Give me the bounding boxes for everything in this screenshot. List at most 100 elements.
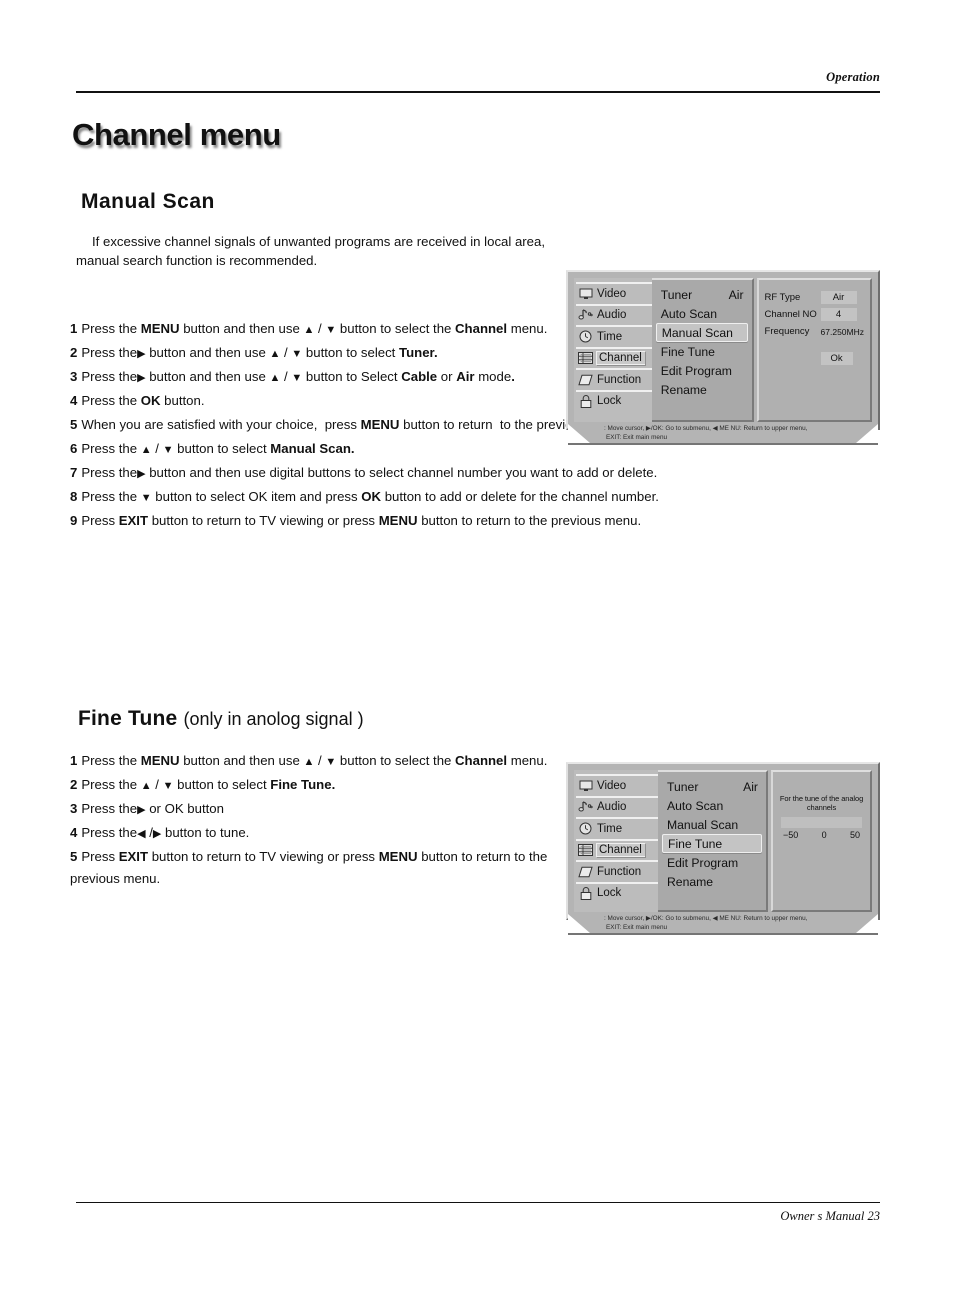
osd-menu-item-fine-tune[interactable]: Fine Tune (662, 834, 762, 853)
padlock-icon (578, 886, 593, 900)
osd-ok-button[interactable]: Ok (820, 352, 853, 365)
step-number: 8 (70, 489, 78, 504)
osd-menu-item-label: Manual Scan (661, 325, 733, 340)
detail-row-channel-no: Channel NO 4 (759, 306, 870, 323)
running-head: Operation (826, 70, 880, 84)
footer-page-label: Owner s Manual 23 (780, 1209, 880, 1223)
osd-menu-item-label: Fine Tune (668, 836, 723, 851)
osd-help-bar: : Move cursor, ▶/OK: Go to submenu, ◀ ME… (568, 914, 878, 935)
osd-menu-item-fine-tune[interactable]: Fine Tune (652, 342, 752, 361)
step-number: 3 (70, 369, 78, 384)
osd-menu-item-edit-program[interactable]: Edit Program (658, 853, 766, 872)
fine-tune-scale: −50 0 50 (783, 830, 860, 840)
osd-help-line-2: EXIT: Exit main menu (606, 433, 668, 441)
step-number: 4 (70, 393, 78, 408)
step-number: 9 (70, 513, 78, 528)
diamond-icon (578, 865, 593, 878)
osd-menu-item-rename[interactable]: Rename (652, 380, 752, 399)
osd-menu-item-tuner[interactable]: Tuner Air (658, 777, 766, 796)
osd-nav-item-function[interactable]: Function (576, 368, 652, 390)
osd-nav-label: Function (597, 865, 642, 878)
osd-menu-item-auto-scan[interactable]: Auto Scan (652, 304, 752, 323)
osd-nav-item-video[interactable]: Video (576, 282, 652, 304)
fine-tune-scale-min: −50 (783, 830, 799, 840)
osd-menu-item-label: Auto Scan (667, 798, 724, 813)
osd-nav-item-lock[interactable]: Lock (576, 389, 652, 412)
osd-menu-item-label: Tuner (667, 779, 699, 794)
music-note-icon (578, 801, 593, 814)
osd-help-text: : Move cursor, ▶/OK: Go to submenu, ◀ ME… (604, 915, 807, 932)
osd-menu-item-tuner[interactable]: Tuner Air (652, 285, 752, 304)
osd-menu-item-value: Air (728, 287, 744, 302)
osd-menu-item-label: Rename (660, 382, 707, 397)
osd-screenshot-manual-scan: Video Audio Time Channel Function Lock Tuner A… (566, 270, 880, 445)
osd-help-line-2: EXIT: Exit main menu (606, 923, 668, 931)
detail-value-frequency: 67.250MHz (820, 326, 864, 337)
step-item: 4 Press the◀ /▶ button to tune. (70, 825, 250, 840)
osd-nav-item-channel[interactable]: Channel (576, 346, 652, 369)
monitor-icon (578, 779, 593, 792)
osd-nav-label: Time (597, 822, 623, 835)
osd-nav-item-channel[interactable]: Channel (576, 838, 658, 861)
osd-nav-column: Video Audio Time Channel Function Lock (574, 770, 658, 912)
osd-detail-panel-manual-scan: RF Type Air Channel NO 4 Frequency 67.25… (756, 278, 872, 422)
step-item: 5 Press EXIT button to return to TV viewi… (70, 849, 548, 886)
intro-line-1: If excessive channel signals of unwanted… (92, 234, 546, 249)
osd-menu-item-manual-scan[interactable]: Manual Scan (658, 815, 766, 834)
osd-menu-item-manual-scan[interactable]: Manual Scan (655, 323, 748, 342)
fine-tune-heading-sub: (only in anolog signal ) (183, 709, 364, 729)
osd-menu-item-label: Rename (667, 874, 714, 889)
music-note-icon (578, 309, 593, 322)
osd-nav-item-audio[interactable]: Audio (576, 303, 652, 326)
detail-value-rf-type: Air (820, 291, 857, 304)
osd-detail-panel-fine-tune: For the tune of the analog channels −50 … (771, 770, 872, 912)
detail-value-channel-no: 4 (820, 308, 857, 321)
osd-nav-item-time[interactable]: Time (576, 325, 652, 347)
osd-menu-item-label: Edit Program (660, 363, 732, 378)
step-number: 3 (70, 801, 78, 816)
osd-menu-item-rename[interactable]: Rename (658, 872, 766, 891)
osd-nav-item-video[interactable]: Video (576, 774, 658, 796)
step-number: 7 (70, 465, 78, 480)
osd-menu-item-label: Auto Scan (660, 306, 717, 321)
osd-nav-item-function[interactable]: Function (576, 860, 658, 882)
step-number: 1 (70, 753, 78, 768)
step-item: 2 Press the ▲ / ▼ button to select Fine T… (70, 777, 336, 792)
osd-nav-item-time[interactable]: Time (576, 817, 658, 839)
osd-menu-list-manual-scan: Tuner Air Auto Scan Manual Scan Fine Tune Edi… (649, 278, 754, 422)
osd-menu-item-auto-scan[interactable]: Auto Scan (658, 796, 766, 815)
osd-menu-item-label: Edit Program (667, 855, 739, 870)
osd-nav-label: Lock (597, 887, 622, 900)
padlock-icon (578, 394, 593, 408)
osd-help-line-1: : Move cursor, ▶/OK: Go to submenu, ◀ ME… (604, 425, 808, 432)
osd-nav-label: Time (597, 330, 623, 343)
detail-label-frequency: Frequency (764, 326, 810, 337)
fine-tune-heading: Fine Tune (only in anolog signal ) (78, 707, 364, 731)
step-number: 5 (70, 417, 78, 432)
header-rule (76, 91, 880, 93)
osd-nav-label: Audio (597, 801, 627, 814)
detail-row-frequency: Frequency 67.250MHz (759, 323, 870, 340)
monitor-icon (578, 287, 593, 300)
clock-icon (578, 330, 593, 343)
channel-grid-icon (578, 352, 593, 365)
fine-tune-scale-mid: 0 (821, 830, 827, 840)
page-title: Channel menu (72, 117, 281, 152)
step-number: 2 (70, 777, 78, 792)
step-item: 3 Press the▶ or OK button (70, 801, 224, 816)
osd-help-bar: : Move cursor, ▶/OK: Go to submenu, ◀ ME… (568, 424, 878, 445)
osd-menu-item-edit-program[interactable]: Edit Program (652, 361, 752, 380)
step-item: 7 Press the▶ button and then use digital … (70, 465, 658, 480)
fine-tune-slider[interactable] (781, 817, 862, 828)
osd-screenshot-fine-tune: Video Audio Time Channel Function Lock Tuner A… (566, 762, 880, 935)
osd-nav-item-lock[interactable]: Lock (576, 881, 658, 904)
osd-menu-item-label: Manual Scan (667, 817, 739, 832)
osd-menu-item-label: Tuner (660, 287, 693, 302)
fine-tune-caption: For the tune of the analog channels (779, 794, 864, 812)
diamond-icon (578, 373, 593, 386)
osd-nav-item-audio[interactable]: Audio (576, 795, 658, 818)
osd-nav-label: Video (597, 287, 627, 300)
osd-nav-label: Video (597, 779, 627, 792)
manual-scan-intro: If excessive channel signals of unwanted… (76, 232, 716, 270)
step-number: 1 (70, 321, 78, 336)
